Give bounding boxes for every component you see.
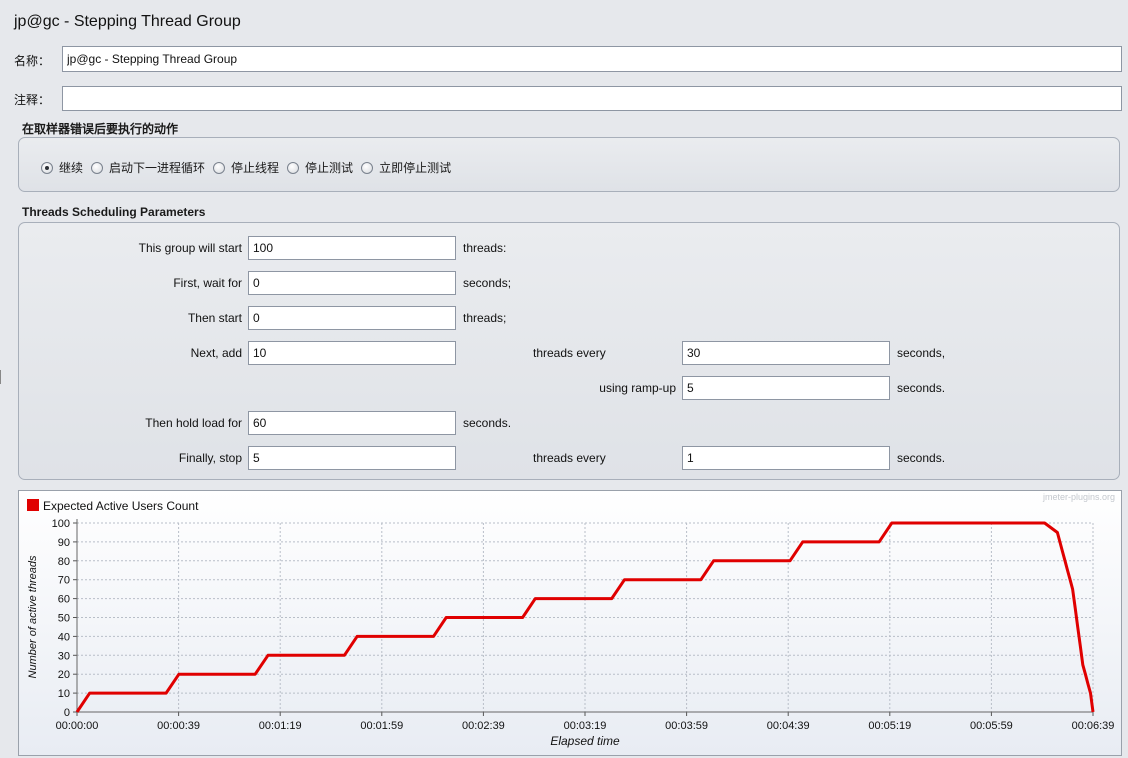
radio-indicator[interactable] (361, 161, 374, 174)
x-tick-label: 00:01:19 (259, 720, 302, 732)
ramp-up-input[interactable] (682, 376, 890, 400)
start-label: This group will start (138, 241, 242, 255)
y-tick-label: 30 (58, 650, 70, 662)
split-handle[interactable] (0, 370, 4, 384)
sampler-error-options: 继续 启动下一进程循环 停止线程 停止测试 立即停止测试 (41, 159, 459, 176)
radio-indicator[interactable] (91, 161, 104, 174)
threads-chart: 0 10 20 30 40 50 60 70 80 90 100 00:00:00 00:00:39 00… (27, 492, 1115, 748)
start-threads-input[interactable] (248, 236, 456, 260)
radio-indicator[interactable] (41, 161, 53, 174)
x-tick-label: 00:06:39 (1072, 720, 1115, 732)
comment-input[interactable] (62, 86, 1122, 111)
wait-unit: seconds; (463, 276, 512, 290)
start-unit: threads: (463, 241, 507, 255)
radio-continue[interactable]: 继续 (41, 159, 83, 176)
radio-start-next-loop[interactable]: 启动下一进程循环 (91, 159, 205, 176)
ramp-up-label: using ramp-up (599, 381, 676, 395)
radio-label: 继续 (59, 161, 84, 175)
y-tick-label: 0 (64, 707, 70, 719)
ramp-up-unit: seconds. (897, 381, 946, 395)
scheduling-title: Threads Scheduling Parameters (22, 205, 206, 219)
radio-indicator[interactable] (213, 161, 226, 174)
radio-stop-thread[interactable]: 停止线程 (213, 159, 279, 176)
legend-swatch (27, 499, 39, 511)
stop-unit: seconds. (897, 451, 946, 465)
next-unit: seconds, (897, 346, 946, 360)
then-start-label: Then start (187, 311, 242, 325)
then-start-input[interactable] (248, 306, 456, 330)
radio-label: 启动下一进程循环 (109, 161, 206, 175)
chart-grid (77, 522, 1094, 712)
x-tick-label: 00:00:00 (56, 720, 99, 732)
y-tick-label: 60 (58, 594, 70, 606)
hold-label: Then hold load for (145, 416, 242, 430)
hold-unit: seconds. (463, 416, 512, 430)
comment-label: 注释： (14, 93, 51, 107)
x-tick-label: 00:00:39 (157, 720, 200, 732)
x-tick-label: 00:03:59 (665, 720, 708, 732)
radio-label: 停止测试 (305, 161, 354, 175)
chart-watermark: jmeter-plugins.org (1042, 492, 1115, 502)
radio-stop-test[interactable]: 停止测试 (287, 159, 353, 176)
x-tick-label: 00:05:19 (868, 720, 911, 732)
legend-label: Expected Active Users Count (43, 499, 199, 513)
next-every-input[interactable] (682, 341, 890, 365)
x-tick-label: 00:05:59 (970, 720, 1013, 732)
next-add-label: Next, add (190, 346, 242, 360)
hold-input[interactable] (248, 411, 456, 435)
stop-threads-input[interactable] (248, 446, 456, 470)
x-axis-label: Elapsed time (550, 734, 620, 748)
stop-every-input[interactable] (682, 446, 890, 470)
x-tick-label: 00:01:59 (360, 720, 403, 732)
stop-threads-every-label: threads every (533, 451, 606, 465)
radio-label: 停止线程 (231, 161, 280, 175)
x-tick-label: 00:04:39 (767, 720, 810, 732)
y-axis-label: Number of active threads (27, 555, 39, 678)
name-label: 名称： (14, 54, 51, 68)
x-tick-label: 00:03:19 (564, 720, 607, 732)
next-threads-every-label: threads every (533, 346, 606, 360)
window-title: jp@gc - Stepping Thread Group (14, 13, 241, 30)
next-add-input[interactable] (248, 341, 456, 365)
y-tick-label: 100 (52, 518, 70, 530)
radio-label: 立即停止测试 (379, 161, 452, 175)
sampler-error-panel: 继续 启动下一进程循环 停止线程 停止测试 立即停止测试 (18, 137, 1120, 192)
radio-stop-test-now[interactable]: 立即停止测试 (361, 159, 451, 176)
wait-label: First, wait for (173, 276, 242, 290)
y-tick-label: 90 (58, 537, 70, 549)
y-tick-label: 70 (58, 575, 70, 587)
stop-label: Finally, stop (178, 451, 242, 465)
y-tick-label: 80 (58, 556, 70, 568)
chart-panel: 0 10 20 30 40 50 60 70 80 90 100 00:00:00 00:00:39 00… (18, 490, 1122, 756)
y-tick-label: 20 (58, 669, 70, 681)
wait-seconds-input[interactable] (248, 271, 456, 295)
radio-indicator[interactable] (287, 161, 300, 174)
chart-axes: 0 10 20 30 40 50 60 70 80 90 100 00:00:00 00:00:39 00… (52, 518, 1115, 732)
y-tick-label: 10 (58, 688, 70, 700)
sampler-error-title: 在取样器错误后要执行的动作 (22, 122, 179, 136)
x-tick-label: 00:02:39 (462, 720, 505, 732)
y-tick-label: 50 (58, 613, 70, 625)
name-input[interactable] (62, 46, 1122, 72)
y-tick-label: 40 (58, 631, 70, 643)
then-start-unit: threads; (463, 311, 507, 325)
